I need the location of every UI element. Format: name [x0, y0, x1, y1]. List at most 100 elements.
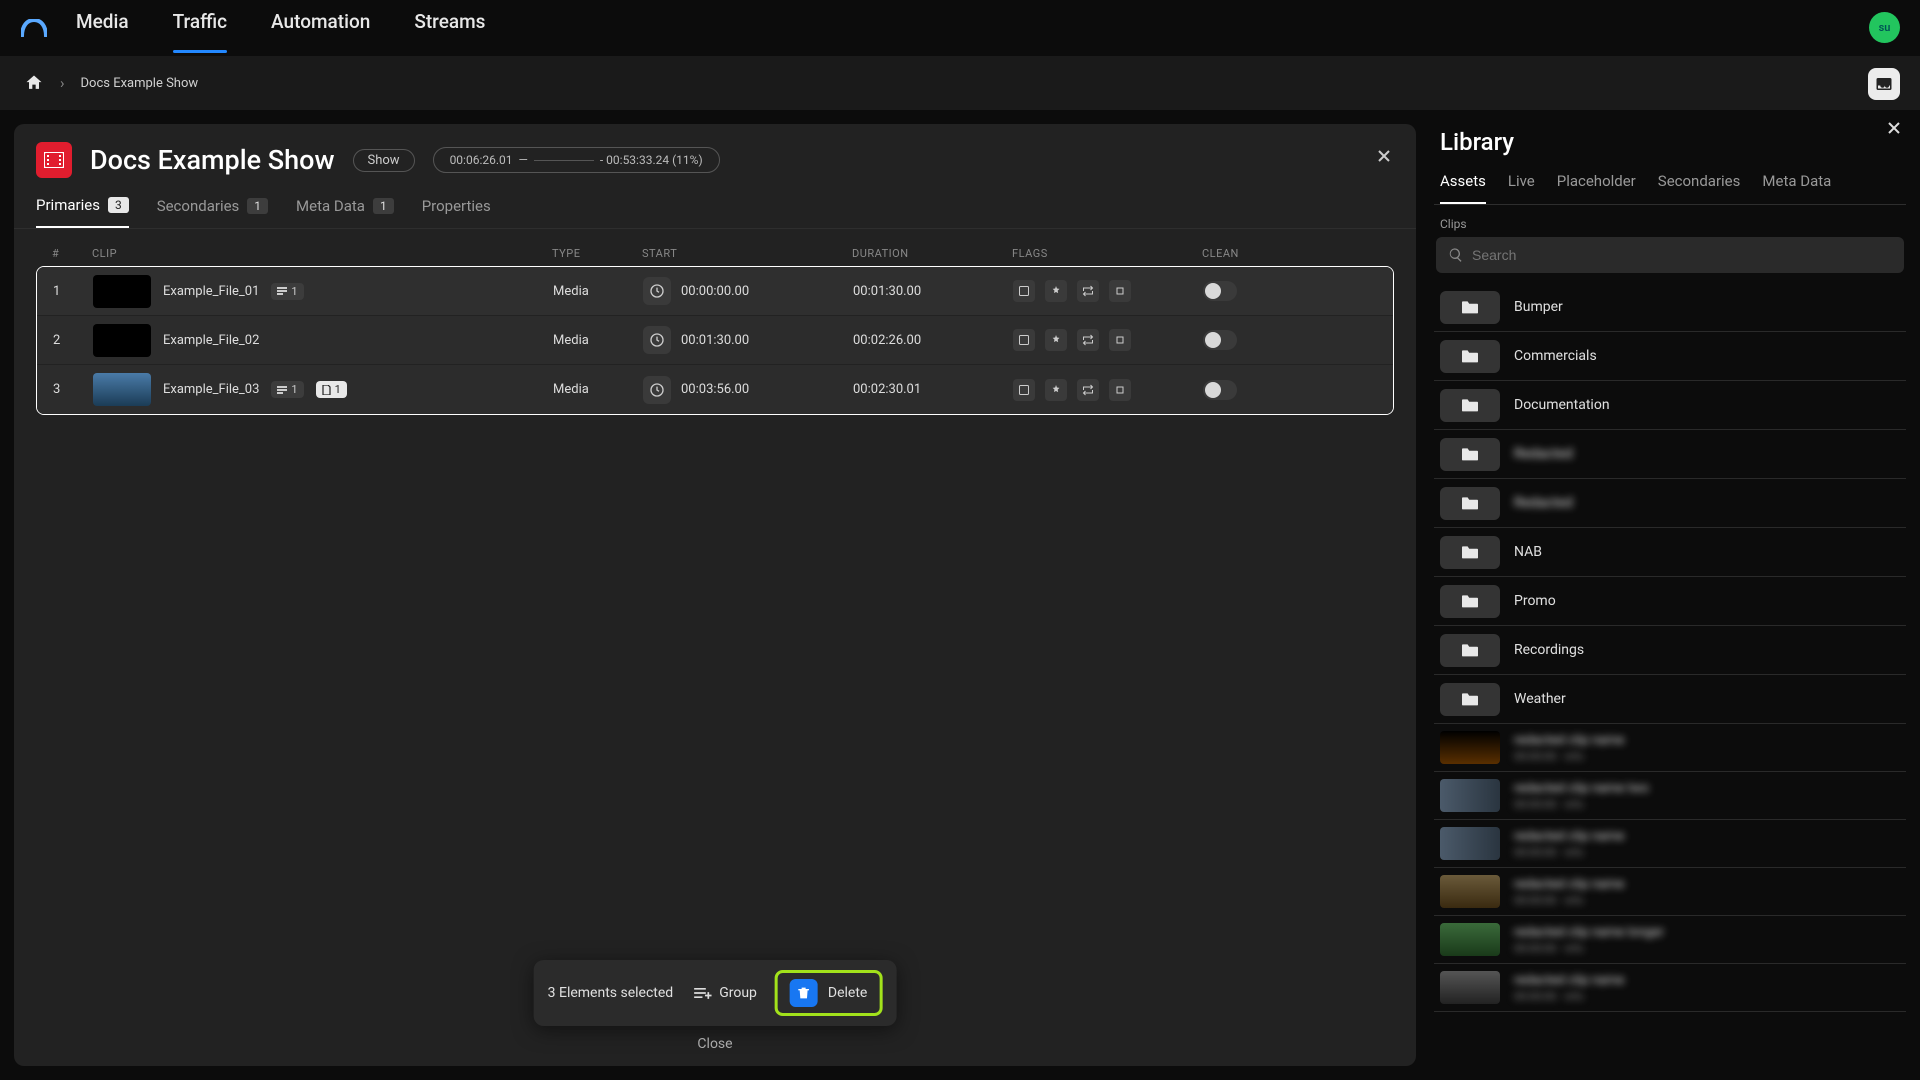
time-dash: — — [519, 153, 528, 167]
clean-toggle[interactable] — [1203, 281, 1237, 301]
library-folder[interactable]: NAB — [1434, 528, 1906, 577]
library-clip[interactable]: redacted clip name longer00:00:00 · info — [1434, 916, 1906, 964]
folder-icon — [1440, 683, 1500, 716]
table-row[interactable]: 1Example_File_01 1Media00:00:00.0000:01:… — [37, 267, 1393, 316]
library-clip[interactable]: redacted clip name00:00:00 · info — [1434, 964, 1906, 1012]
folder-icon — [1440, 438, 1500, 471]
close-link[interactable]: Close — [697, 1036, 732, 1052]
search-icon — [1448, 247, 1464, 263]
col-duration: DURATION — [852, 247, 1012, 260]
library-folder[interactable]: Redacted — [1434, 430, 1906, 479]
nav-tab-automation[interactable]: Automation — [271, 10, 370, 47]
close-editor-button[interactable] — [1370, 142, 1398, 170]
library-folder[interactable]: Promo — [1434, 577, 1906, 626]
folder-icon — [1440, 487, 1500, 520]
flag-icon[interactable] — [1045, 379, 1067, 401]
time-summary: 00:06:26.01 — - 00:53:33.24 (11%) — [433, 147, 720, 173]
folder-icon — [1440, 389, 1500, 422]
clip-thumbnail — [1440, 731, 1500, 764]
nav-tab-media[interactable]: Media — [76, 10, 129, 47]
table-row[interactable]: 3Example_File_03 1 1Media00:03:56.0000:0… — [37, 365, 1393, 414]
folder-icon — [1440, 634, 1500, 667]
group-button[interactable]: Group — [691, 983, 757, 1003]
subtab-meta-data[interactable]: Meta Data1 — [296, 196, 394, 228]
search-input[interactable] — [1472, 247, 1892, 263]
primaries-table: # CLIP TYPE START DURATION FLAGS CLEAN 1… — [14, 229, 1416, 1066]
flag-icon[interactable] — [1013, 280, 1035, 302]
chevron-right-icon: › — [60, 74, 65, 92]
library-clip[interactable]: redacted clip name00:00:00 · info — [1434, 820, 1906, 868]
selection-action-bar: 3 Elements selected Group Delete — [534, 960, 897, 1026]
clip-thumbnail — [1440, 875, 1500, 908]
flag-icon[interactable] — [1013, 379, 1035, 401]
folder-icon — [1440, 291, 1500, 324]
user-avatar[interactable]: su — [1869, 12, 1900, 43]
clips-section-label: Clips — [1434, 205, 1906, 237]
show-button[interactable]: Show — [353, 149, 415, 172]
library-tab-secondaries[interactable]: Secondaries — [1658, 172, 1741, 204]
library-folder[interactable]: Bumper — [1434, 283, 1906, 332]
library-search[interactable] — [1436, 237, 1904, 273]
clock-icon — [643, 277, 671, 305]
col-flags: FLAGS — [1012, 247, 1202, 260]
library-tab-assets[interactable]: Assets — [1440, 172, 1486, 204]
library-clip[interactable]: redacted clip name two00:00:00 · info — [1434, 772, 1906, 820]
library-folder[interactable]: Commercials — [1434, 332, 1906, 381]
library-folder[interactable]: Weather — [1434, 675, 1906, 724]
nav-tab-traffic[interactable]: Traffic — [173, 10, 227, 47]
flag-icon[interactable] — [1077, 280, 1099, 302]
breadcrumb-current[interactable]: Docs Example Show — [81, 76, 199, 91]
library-tab-meta-data[interactable]: Meta Data — [1762, 172, 1831, 204]
home-icon[interactable] — [24, 73, 44, 93]
subtab-secondaries[interactable]: Secondaries1 — [157, 196, 268, 228]
time-progress-bar — [534, 160, 594, 161]
clip-thumbnail — [1440, 923, 1500, 956]
top-nav: Media Traffic Automation Streams su — [0, 0, 1920, 56]
subtab-primaries[interactable]: Primaries3 — [36, 196, 129, 228]
clock-icon — [643, 326, 671, 354]
clip-thumbnail — [93, 275, 151, 308]
time-total: - 00:53:33.24 (11%) — [600, 153, 703, 167]
trash-icon — [790, 979, 818, 1007]
flag-icon[interactable] — [1013, 329, 1035, 351]
flag-icon[interactable] — [1109, 379, 1131, 401]
library-tabs: Assets Live Placeholder Secondaries Meta Dat… — [1434, 160, 1906, 205]
flag-icon[interactable] — [1109, 329, 1131, 351]
library-tab-live[interactable]: Live — [1508, 172, 1535, 204]
group-icon — [691, 983, 711, 1003]
library-folder[interactable]: Documentation — [1434, 381, 1906, 430]
close-library-button[interactable] — [1886, 120, 1902, 136]
clip-thumbnail — [1440, 779, 1500, 812]
library-clip[interactable]: redacted clip name00:00:00 · info — [1434, 724, 1906, 772]
nav-tabs: Media Traffic Automation Streams — [76, 10, 485, 47]
subtab-properties[interactable]: Properties — [422, 196, 491, 228]
app-logo-icon[interactable] — [20, 14, 48, 42]
col-num: # — [52, 247, 92, 260]
flag-icon[interactable] — [1077, 329, 1099, 351]
library-pane: Library AssetsLivePlaceholderSecondaries… — [1430, 110, 1920, 1080]
flag-icon[interactable] — [1109, 280, 1131, 302]
clean-toggle[interactable] — [1203, 380, 1237, 400]
col-clip: CLIP — [92, 247, 552, 260]
delete-button[interactable]: Delete — [775, 970, 882, 1016]
library-tab-placeholder[interactable]: Placeholder — [1557, 172, 1636, 204]
library-folder[interactable]: Recordings — [1434, 626, 1906, 675]
folder-icon — [1440, 340, 1500, 373]
secondaries-badge: 1 — [271, 283, 303, 300]
flag-icon[interactable] — [1077, 379, 1099, 401]
clip-thumbnail — [93, 373, 151, 406]
nav-tab-streams[interactable]: Streams — [414, 10, 485, 47]
folder-icon — [1440, 585, 1500, 618]
library-clip[interactable]: redacted clip name00:00:00 · info — [1434, 868, 1906, 916]
col-type: TYPE — [552, 247, 642, 260]
library-folder[interactable]: Redacted — [1434, 479, 1906, 528]
clean-toggle[interactable] — [1203, 330, 1237, 350]
inbox-button[interactable] — [1868, 68, 1900, 100]
show-type-icon — [36, 142, 72, 178]
flag-icon[interactable] — [1045, 280, 1067, 302]
table-row[interactable]: 2Example_File_02Media00:01:30.0000:02:26… — [37, 316, 1393, 365]
group-label: Group — [719, 985, 757, 1001]
flag-icon[interactable] — [1045, 329, 1067, 351]
col-clean: CLEAN — [1202, 247, 1322, 260]
clip-thumbnail — [1440, 971, 1500, 1004]
